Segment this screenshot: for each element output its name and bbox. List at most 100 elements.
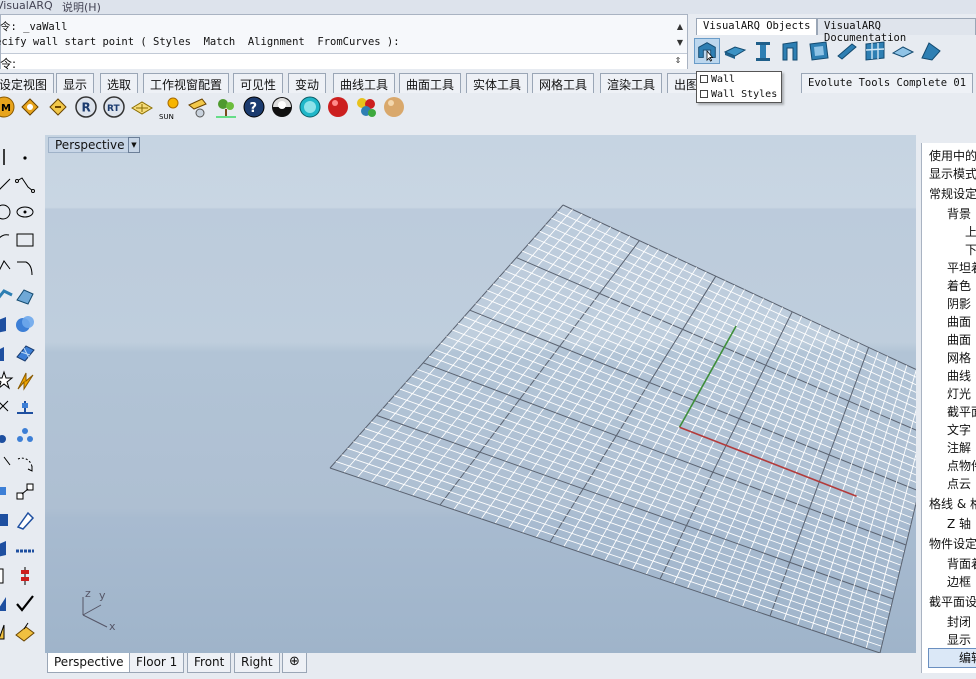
rp-item[interactable]: 网格 — [947, 349, 971, 366]
scroll-up-icon[interactable]: ▲ — [673, 19, 687, 35]
mesh-icon[interactable] — [14, 341, 36, 363]
stair-icon[interactable] — [918, 38, 944, 64]
rp-item[interactable]: 截平面设 — [929, 593, 976, 610]
tab-visualarq-objects[interactable]: VisualARQ Objects — [696, 18, 818, 35]
texture-icon[interactable] — [298, 95, 322, 119]
roof-icon[interactable] — [890, 38, 916, 64]
menu-help[interactable]: 说明(H) — [62, 0, 101, 15]
tab-display[interactable]: 显示 — [56, 73, 95, 93]
sun-icon[interactable]: SUN — [158, 95, 182, 121]
door-icon[interactable] — [778, 38, 804, 64]
rp-item[interactable]: 文字 — [947, 421, 971, 438]
tab-curve-tools[interactable]: 曲线工具 — [333, 73, 396, 93]
scroll-down-icon[interactable]: ▼ — [673, 35, 687, 51]
help-icon[interactable]: ? — [242, 95, 266, 119]
point-cloud-icon[interactable] — [14, 425, 36, 447]
rp-item[interactable]: 常规设定 — [929, 185, 976, 202]
beam-icon[interactable] — [834, 38, 860, 64]
tab-evolute-tools[interactable]: Evolute Tools Complete 01 — [801, 73, 974, 93]
beige-sphere-icon[interactable] — [382, 95, 406, 119]
tab-visualarq-documentation[interactable]: VisualARQ Documentation — [817, 18, 976, 44]
rt-icon[interactable]: RT — [102, 95, 126, 119]
rp-item[interactable]: 背面着 — [947, 555, 976, 572]
rp-item[interactable]: 物件设定 — [929, 535, 976, 552]
freeform-curve-icon[interactable] — [14, 257, 36, 279]
rotate-icon[interactable] — [14, 453, 36, 475]
tab-surface-tools[interactable]: 曲面工具 — [399, 73, 462, 93]
dimension-icon[interactable] — [14, 397, 36, 419]
rp-item[interactable]: 边框 — [947, 573, 971, 590]
rp-item[interactable]: 灯光 — [947, 385, 971, 402]
window-icon[interactable] — [806, 38, 832, 64]
rectangle-icon[interactable] — [14, 229, 36, 251]
tab-front[interactable]: Front — [187, 653, 232, 673]
lightning-icon[interactable] — [14, 369, 36, 391]
slab-icon[interactable] — [722, 38, 748, 64]
menu-visualarq[interactable]: VisualARQ — [0, 0, 53, 12]
rp-item[interactable]: 曲面 — [947, 331, 971, 348]
column-icon[interactable] — [750, 38, 776, 64]
cplane-icon[interactable] — [14, 621, 36, 643]
rp-item[interactable]: 阴影 — [947, 295, 971, 312]
scale-icon[interactable] — [14, 481, 36, 503]
tag-icon[interactable] — [18, 95, 42, 119]
ground-plane-icon[interactable] — [130, 95, 154, 119]
rp-item[interactable]: 上 — [965, 223, 976, 240]
rp-item[interactable]: 点物件 — [947, 457, 976, 474]
rp-item[interactable]: 着色 — [947, 277, 971, 294]
wall-icon[interactable] — [694, 38, 720, 64]
tab-floor-1[interactable]: Floor 1 — [129, 653, 185, 673]
command-input[interactable]: 令: ⇕ — [0, 53, 687, 71]
tab-render-tools[interactable]: 渲染工具 — [600, 73, 663, 93]
render-icon[interactable]: R — [74, 95, 98, 119]
viewport-title[interactable]: Perspective — [48, 137, 132, 153]
mirror-icon[interactable] — [14, 509, 36, 531]
ellipse-icon[interactable] — [14, 201, 36, 223]
tab-right[interactable]: Right — [234, 653, 280, 673]
material-icon[interactable]: M — [0, 95, 16, 119]
red-sphere-icon[interactable] — [326, 95, 350, 119]
rp-item[interactable]: 格线 & 格 — [929, 495, 976, 512]
tab-viewport-layout[interactable]: 工作视窗配置 — [143, 73, 230, 93]
rp-item[interactable]: 注解 — [947, 439, 971, 456]
curve-icon[interactable] — [14, 173, 36, 195]
menu-item-wall-styles[interactable]: Wall Styles — [697, 87, 781, 102]
curtain-wall-icon[interactable] — [862, 38, 888, 64]
spotlight-icon[interactable] — [186, 95, 210, 119]
label-icon[interactable] — [46, 95, 70, 119]
sphere-icon[interactable] — [14, 313, 36, 335]
multi-sphere-icon[interactable] — [354, 95, 378, 119]
tab-visibility[interactable]: 可见性 — [233, 73, 284, 93]
tab-select[interactable]: 选取 — [100, 73, 139, 93]
rp-item[interactable]: 使用中的 — [929, 147, 976, 164]
rp-item[interactable]: 平坦着 — [947, 259, 976, 276]
perspective-viewport[interactable]: zy x Perspective ▼ — [45, 135, 916, 653]
tab-mesh-tools[interactable]: 网格工具 — [532, 73, 595, 93]
point-icon[interactable] — [14, 147, 36, 169]
rp-item[interactable]: 点云 — [947, 475, 971, 492]
environment-icon[interactable] — [270, 95, 294, 119]
tab-set-view[interactable]: 设定视图 — [0, 73, 55, 93]
command-scrollbar[interactable]: ▲ ▼ — [673, 19, 687, 51]
distance-icon[interactable] — [14, 537, 36, 559]
plant-icon[interactable] — [214, 95, 238, 119]
viewport-dropdown-icon[interactable]: ▼ — [128, 137, 140, 153]
rp-item[interactable]: 显示模式 — [929, 165, 976, 182]
rp-item[interactable]: Z 轴 — [947, 515, 971, 532]
rp-item[interactable]: 下 — [965, 241, 976, 258]
tab-perspective[interactable]: Perspective — [47, 653, 131, 673]
rp-item[interactable]: 曲面 — [947, 313, 971, 330]
add-viewport-icon[interactable]: ⊕ — [282, 653, 307, 673]
menu-item-wall[interactable]: Wall — [697, 72, 781, 87]
rp-item[interactable]: 截平面 — [947, 403, 976, 420]
rp-item[interactable]: 背景 — [947, 205, 971, 222]
rp-item[interactable]: 封闭 — [947, 613, 971, 630]
extrude-icon[interactable] — [14, 285, 36, 307]
rp-item[interactable]: 曲线 — [947, 367, 971, 384]
join-icon[interactable] — [14, 565, 36, 587]
rp-item[interactable]: 显示 — [947, 631, 971, 648]
command-dropdown-icon[interactable]: ⇕ — [671, 56, 685, 68]
tab-solid-tools[interactable]: 实体工具 — [466, 73, 529, 93]
edit-button[interactable]: 编辑 — [928, 648, 976, 668]
check-icon[interactable] — [14, 593, 36, 615]
